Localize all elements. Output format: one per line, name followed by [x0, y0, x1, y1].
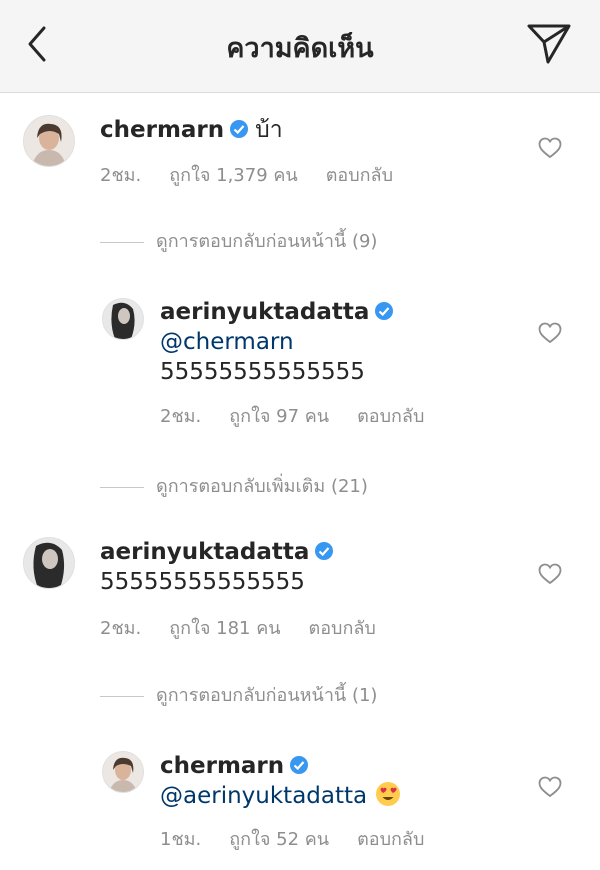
- avatar[interactable]: [23, 537, 75, 589]
- divider-line: [100, 241, 144, 243]
- avatar[interactable]: [102, 298, 144, 340]
- username[interactable]: aerinyuktadatta: [100, 539, 309, 565]
- likes-count[interactable]: ถูกใจ 1,379 คน: [169, 165, 297, 186]
- comment-text: บ้า: [255, 117, 283, 143]
- avatar[interactable]: [102, 751, 144, 793]
- view-replies-label: ดูการตอบกลับก่อนหน้านี้ (1): [156, 685, 378, 706]
- mention-link[interactable]: @chermarn: [160, 329, 294, 355]
- paper-plane-icon[interactable]: [526, 20, 572, 66]
- avatar-image: [103, 752, 143, 792]
- likes-count[interactable]: ถูกใจ 181 คน: [169, 618, 280, 639]
- timestamp: 1ชม.: [160, 829, 202, 850]
- verified-badge-icon: [290, 756, 309, 774]
- username[interactable]: chermarn: [100, 117, 224, 143]
- verified-badge-icon: [375, 302, 394, 320]
- username[interactable]: aerinyuktadatta: [160, 299, 369, 325]
- page-title: ความคิดเห็น: [226, 33, 374, 64]
- username[interactable]: chermarn: [160, 753, 284, 779]
- reply-button[interactable]: ตอบกลับ: [357, 829, 424, 850]
- view-replies-button[interactable]: ดูการตอบกลับก่อนหน้านี้ (9): [100, 230, 377, 254]
- heart-icon[interactable]: [538, 776, 562, 798]
- view-replies-label: ดูการตอบกลับเพิ่มเติม (21): [156, 476, 368, 497]
- heart-eyes-emoji-icon: [376, 782, 401, 806]
- likes-count[interactable]: ถูกใจ 52 คน: [229, 829, 329, 850]
- avatar-image: [103, 299, 143, 339]
- timestamp: 2ชม.: [100, 165, 142, 186]
- top-bar: ความคิดเห็น: [0, 0, 600, 93]
- reply-button[interactable]: ตอบกลับ: [309, 618, 376, 639]
- reply-button[interactable]: ตอบกลับ: [357, 406, 424, 427]
- likes-count[interactable]: ถูกใจ 97 คน: [229, 406, 329, 427]
- view-replies-label: ดูการตอบกลับก่อนหน้านี้ (9): [156, 231, 378, 252]
- view-replies-button[interactable]: ดูการตอบกลับก่อนหน้านี้ (1): [100, 684, 377, 708]
- avatar-image: [24, 538, 74, 588]
- reply-button[interactable]: ตอบกลับ: [326, 165, 393, 186]
- timestamp: 2ชม.: [160, 406, 202, 427]
- verified-badge-icon: [315, 542, 334, 560]
- heart-icon[interactable]: [538, 322, 562, 344]
- heart-icon[interactable]: [538, 137, 562, 159]
- mention-link[interactable]: @aerinyuktadatta: [160, 783, 367, 809]
- divider-line: [100, 486, 144, 488]
- timestamp: 2ชม.: [100, 618, 142, 639]
- view-replies-button[interactable]: ดูการตอบกลับเพิ่มเติม (21): [100, 475, 368, 499]
- comment-text: 55555555555555: [160, 359, 365, 385]
- avatar[interactable]: [23, 115, 75, 167]
- divider-line: [100, 695, 144, 697]
- verified-badge-icon: [230, 120, 249, 138]
- comment-text: 55555555555555: [100, 569, 305, 595]
- avatar-image: [24, 116, 74, 166]
- heart-icon[interactable]: [538, 563, 562, 585]
